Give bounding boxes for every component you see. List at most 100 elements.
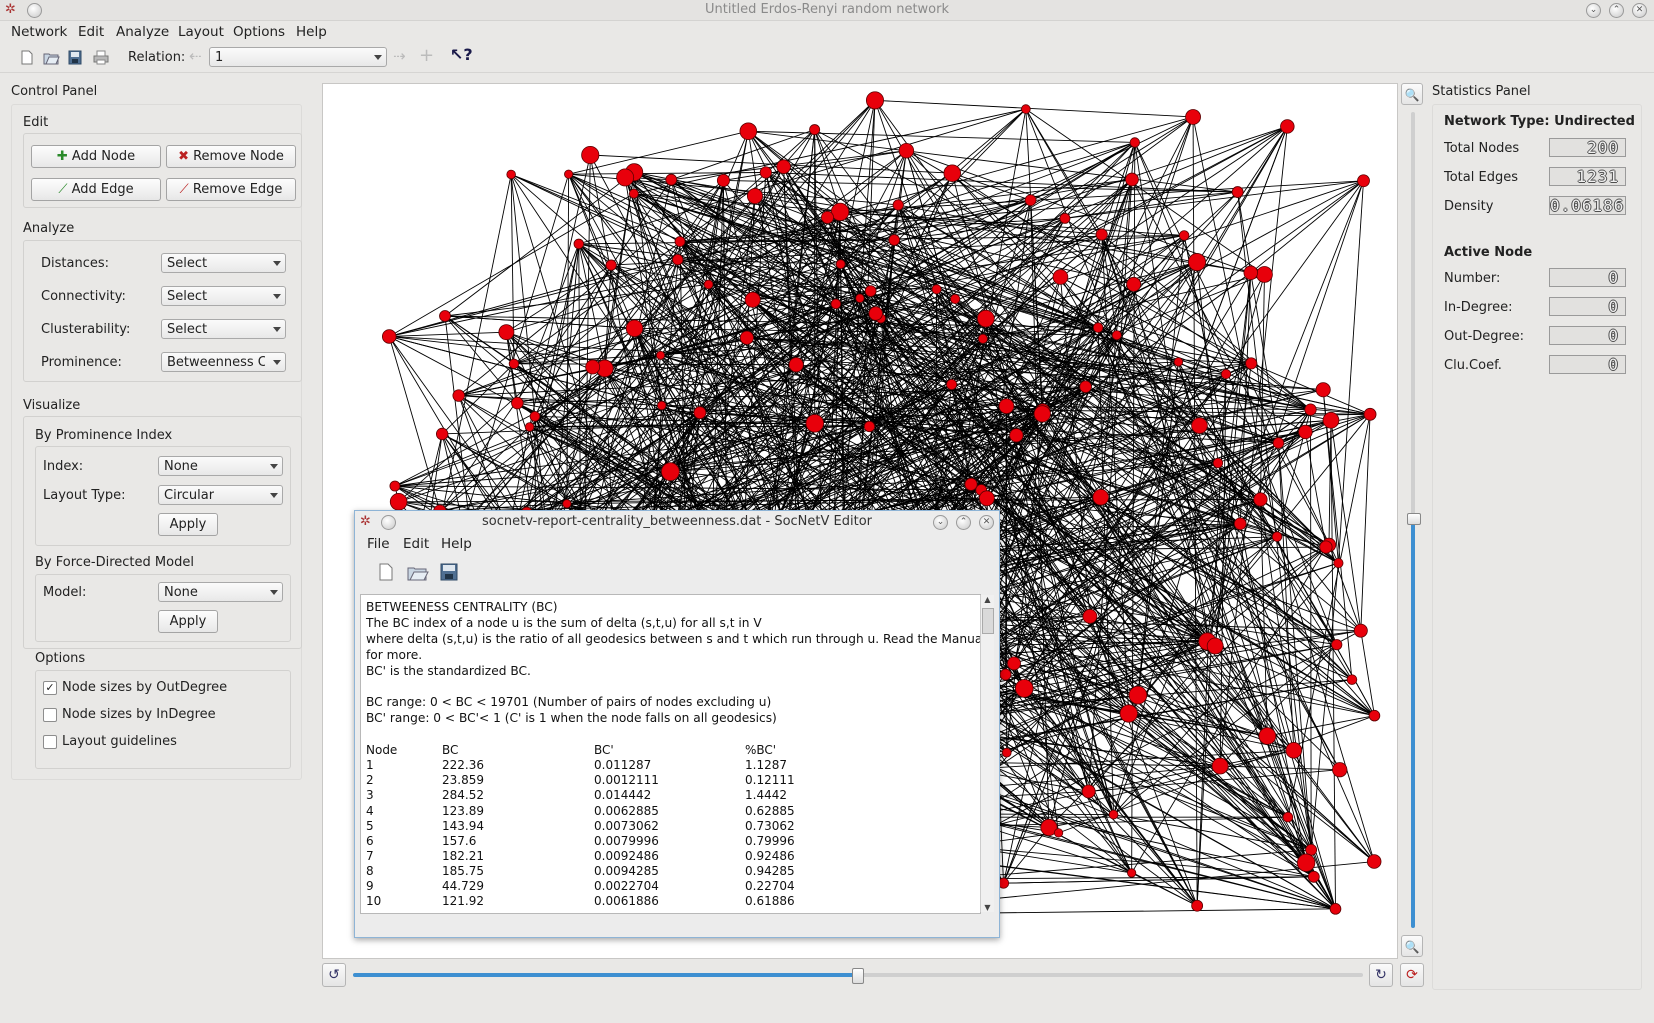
graph-node[interactable] <box>1185 109 1201 125</box>
graph-node[interactable] <box>931 284 942 295</box>
graph-node[interactable] <box>1128 685 1148 705</box>
zoom-slider-track[interactable] <box>1411 112 1415 520</box>
graph-node[interactable] <box>1125 172 1139 187</box>
graph-node[interactable] <box>1033 405 1051 423</box>
report-text-area[interactable]: BETWEENESS CENTRALITY (BC) The BC index o… <box>360 594 981 914</box>
scroll-up-icon[interactable]: ▲ <box>981 595 994 604</box>
graph-node[interactable] <box>657 400 667 411</box>
apply-force-button[interactable]: Apply <box>158 610 218 633</box>
graph-node[interactable] <box>830 298 842 310</box>
indegree-checkbox[interactable] <box>43 708 57 722</box>
menu-edit[interactable]: Edit <box>78 24 104 40</box>
graph-node[interactable] <box>892 199 904 211</box>
graph-node[interactable] <box>1329 903 1342 915</box>
graph-node[interactable] <box>1332 762 1348 778</box>
graph-node[interactable] <box>1119 704 1138 723</box>
graph-node[interactable] <box>1331 639 1343 651</box>
menu-network[interactable]: Network <box>11 24 67 40</box>
graph-node[interactable] <box>389 480 401 492</box>
graph-node[interactable] <box>943 164 961 182</box>
graph-node[interactable] <box>788 357 804 373</box>
graph-node[interactable] <box>978 490 995 507</box>
graph-node[interactable] <box>585 359 601 375</box>
graph-node[interactable] <box>865 91 884 110</box>
guidelines-checkbox[interactable] <box>43 735 57 749</box>
open-file-icon[interactable] <box>43 50 60 65</box>
graph-node[interactable] <box>661 462 680 481</box>
graph-node[interactable] <box>625 319 644 338</box>
maximize-icon[interactable]: ⌃ <box>1609 3 1624 18</box>
graph-node[interactable] <box>1304 403 1317 416</box>
graph-node[interactable] <box>1052 269 1069 285</box>
graph-node[interactable] <box>1253 492 1268 507</box>
graph-node[interactable] <box>1368 709 1381 722</box>
editor-menu-help[interactable]: Help <box>441 536 472 552</box>
whats-this-icon[interactable]: ↖? <box>450 45 473 64</box>
graph-node[interactable] <box>439 310 451 322</box>
index-select[interactable]: None <box>158 456 283 476</box>
graph-node[interactable] <box>746 188 763 205</box>
graph-node[interactable] <box>1231 186 1244 198</box>
graph-node[interactable] <box>674 236 686 247</box>
graph-node[interactable] <box>776 159 791 174</box>
remove-edge-button[interactable]: ⟋ Remove Edge <box>166 178 296 201</box>
graph-node[interactable] <box>977 333 988 344</box>
graph-node[interactable] <box>1280 119 1295 134</box>
graph-node[interactable] <box>1095 228 1108 241</box>
add-edge-button[interactable]: ⟋ Add Edge <box>31 178 161 201</box>
menu-layout[interactable]: Layout <box>178 24 224 40</box>
editor-open-icon[interactable] <box>407 563 429 581</box>
editor-scrollbar[interactable]: ▲ ▼ <box>980 595 994 912</box>
graph-node[interactable] <box>581 145 600 165</box>
graph-node[interactable] <box>1191 417 1208 434</box>
graph-node[interactable] <box>1014 679 1034 698</box>
graph-node[interactable] <box>1211 757 1229 775</box>
graph-node[interactable] <box>562 499 572 509</box>
graph-node[interactable] <box>498 324 515 341</box>
relation-select[interactable]: 1 <box>209 47 387 67</box>
graph-node[interactable] <box>1053 828 1064 838</box>
graph-node[interactable] <box>739 122 758 141</box>
graph-node[interactable] <box>898 142 915 159</box>
graph-node[interactable] <box>1007 656 1021 671</box>
apply-prominence-button[interactable]: Apply <box>158 513 218 536</box>
graph-node[interactable] <box>888 234 901 246</box>
zoom-in-icon[interactable]: 🔍 <box>1401 83 1423 105</box>
graph-node[interactable] <box>506 169 516 180</box>
graph-node[interactable] <box>1079 380 1092 393</box>
graph-node[interactable] <box>381 329 397 344</box>
graph-node[interactable] <box>1092 488 1109 506</box>
graph-node[interactable] <box>1001 747 1012 758</box>
graph-node[interactable] <box>435 427 449 441</box>
editor-close-icon[interactable]: ✕ <box>979 515 994 530</box>
graph-node[interactable] <box>1282 811 1294 823</box>
graph-node[interactable] <box>950 293 961 305</box>
graph-node[interactable] <box>1024 194 1037 207</box>
graph-node[interactable] <box>1187 253 1207 272</box>
graph-node[interactable] <box>805 414 825 433</box>
graph-node[interactable] <box>739 330 754 345</box>
graph-node[interactable] <box>1357 174 1370 188</box>
prominence-select[interactable]: Betweenness Ce <box>161 352 286 372</box>
graph-node[interactable] <box>524 422 535 432</box>
graph-node[interactable] <box>1322 411 1340 429</box>
graph-node[interactable] <box>1021 104 1031 114</box>
model-select[interactable]: None <box>158 582 283 602</box>
graph-node[interactable] <box>616 168 635 187</box>
graph-node[interactable] <box>1059 212 1071 224</box>
graph-node[interactable] <box>1256 266 1273 283</box>
graph-node[interactable] <box>1243 265 1258 281</box>
graph-node[interactable] <box>835 259 846 270</box>
graph-node[interactable] <box>656 350 666 360</box>
graph-node[interactable] <box>855 293 865 303</box>
graph-node[interactable] <box>1307 870 1320 883</box>
graph-node[interactable] <box>1173 357 1184 367</box>
editor-window[interactable]: ✲ socnetv-report-centrality_betweenness.… <box>354 510 1000 938</box>
outdegree-checkbox[interactable]: ✓ <box>43 681 57 695</box>
graph-node[interactable] <box>1233 517 1247 530</box>
prev-relation-icon[interactable]: ⇠ <box>189 47 202 65</box>
remove-node-button[interactable]: ✖ Remove Node <box>166 145 296 168</box>
add-relation-icon[interactable]: + <box>419 45 434 66</box>
graph-node[interactable] <box>716 173 730 187</box>
editor-menu-file[interactable]: File <box>367 536 390 552</box>
